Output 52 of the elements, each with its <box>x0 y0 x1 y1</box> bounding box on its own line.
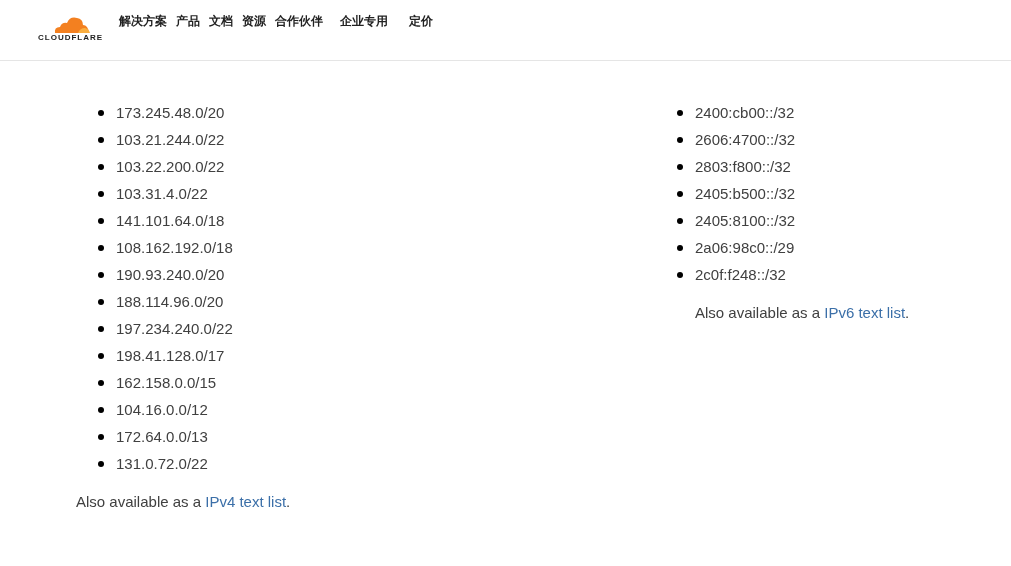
bullet-icon <box>98 433 104 440</box>
ip-range: 2a06:98c0::/29 <box>695 239 795 256</box>
bullet-icon <box>677 163 683 170</box>
bullet-icon <box>677 109 683 116</box>
ip-range: 108.162.192.0/18 <box>116 239 233 256</box>
bullet-icon <box>98 352 104 359</box>
nav-link[interactable]: 企业专用 <box>340 12 389 30</box>
ip-range: 2606:4700::/32 <box>695 131 796 148</box>
note-text: Also available as a IPv6 text list. <box>695 304 911 321</box>
note-text: Also available as a IPv4 text list. <box>76 493 292 510</box>
bullet-icon <box>98 325 104 332</box>
nav-link[interactable]: 文档 <box>209 12 234 30</box>
ip-range: 173.245.48.0/20 <box>116 104 225 121</box>
ip-range: 197.234.240.0/22 <box>116 320 233 337</box>
bullet-icon <box>677 244 683 251</box>
nav-link[interactable]: 合作伙伴 <box>275 12 324 30</box>
nav-link[interactable]: 资源 <box>242 12 267 30</box>
bullet-icon <box>98 190 104 197</box>
bullet-icon <box>98 406 104 413</box>
ip-range: 188.114.96.0/20 <box>116 293 224 310</box>
logo-text[interactable]: CLOUDFLARE <box>38 33 104 42</box>
ip-range: 103.31.4.0/22 <box>116 185 208 202</box>
ip-range: 103.21.244.0/22 <box>116 131 225 148</box>
bullet-icon <box>98 271 104 278</box>
ip-range: 2c0f:f248::/32 <box>695 266 786 283</box>
nav-link[interactable]: 定价 <box>409 12 434 30</box>
ip-range: 2405:b500::/32 <box>695 185 796 202</box>
ip-range: 190.93.240.0/20 <box>116 266 225 283</box>
bullet-icon <box>677 217 683 224</box>
ip-range: 172.64.0.0/13 <box>116 428 208 445</box>
ip-range: 2400:cb00::/32 <box>695 104 795 121</box>
ip-range: 198.41.128.0/17 <box>116 347 225 364</box>
bullet-icon <box>98 109 104 116</box>
bullet-icon <box>98 163 104 170</box>
bullet-icon <box>98 298 104 305</box>
ip-range: 141.101.64.0/18 <box>116 212 225 229</box>
bullet-icon <box>98 460 104 467</box>
bullet-icon <box>677 271 683 278</box>
nav-link[interactable]: 产品 <box>176 12 201 30</box>
bullet-icon <box>677 136 683 143</box>
ip-range: 2405:8100::/32 <box>695 212 796 229</box>
bullet-icon <box>677 190 683 197</box>
ip-range: 131.0.72.0/22 <box>116 455 208 472</box>
bullet-icon <box>98 217 104 224</box>
ip-range: 162.158.0.0/15 <box>116 374 217 391</box>
bullet-icon <box>98 136 104 143</box>
bullet-icon <box>98 244 104 251</box>
ip-range: 103.22.200.0/22 <box>116 158 225 175</box>
ip-range: 2803:f800::/32 <box>695 158 791 175</box>
nav-link[interactable]: 解决方案 <box>119 12 168 30</box>
ip-range: 104.16.0.0/12 <box>116 401 208 418</box>
bullet-icon <box>98 379 104 386</box>
